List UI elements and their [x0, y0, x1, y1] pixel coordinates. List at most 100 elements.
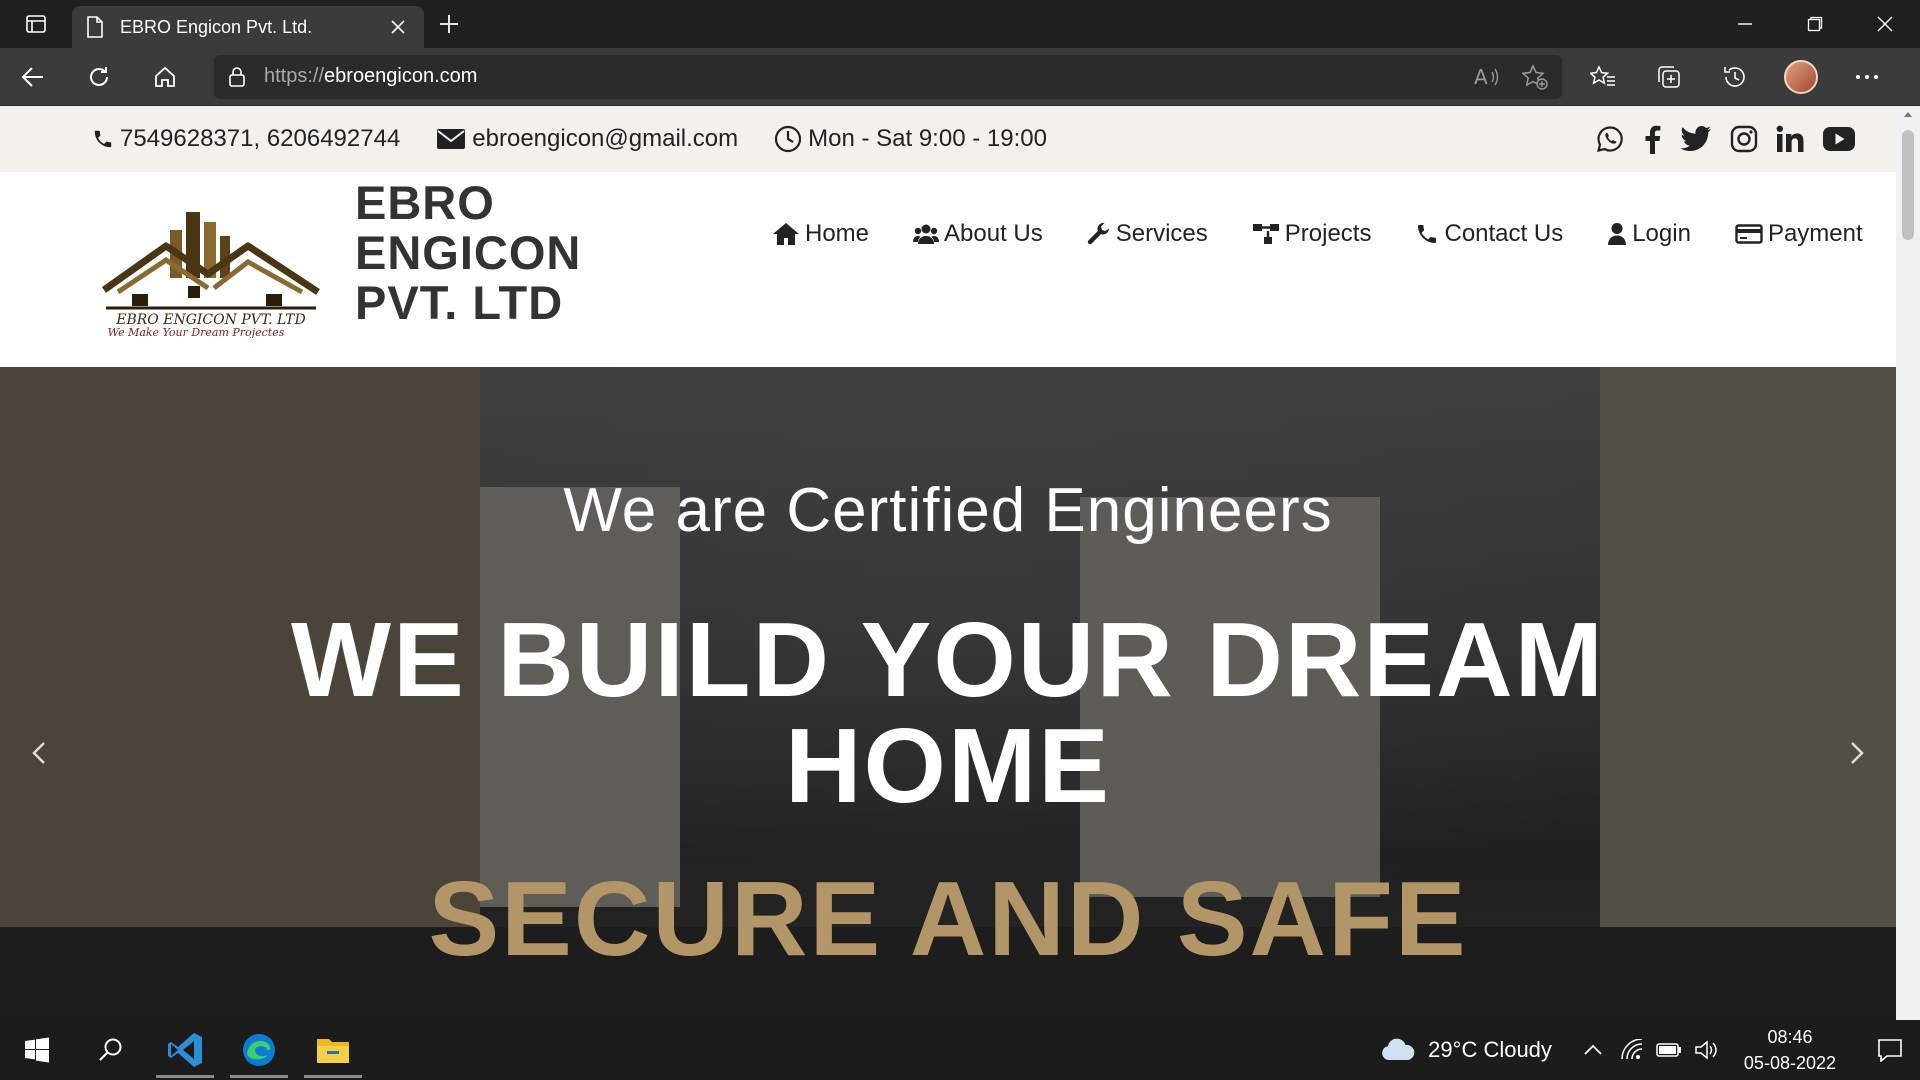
company-logo[interactable]: EBRO ENGICON PVT. LTD We Make Your Dream…	[96, 202, 326, 338]
nav-home[interactable]: Home	[772, 220, 869, 248]
nav-payment[interactable]: Payment	[1735, 220, 1863, 248]
youtube-icon[interactable]	[1822, 126, 1856, 152]
minimize-button[interactable]	[1710, 0, 1780, 48]
taskbar-vscode[interactable]	[148, 1020, 222, 1080]
address-bar[interactable]: https://ebroengicon.com A	[214, 54, 1562, 99]
page-icon	[86, 16, 104, 38]
brand-line: PVT. LTD	[355, 276, 564, 329]
settings-menu-button[interactable]	[1834, 48, 1900, 106]
carousel-next-button[interactable]	[1842, 723, 1872, 783]
phone-info[interactable]: 7549628371, 6206492744	[92, 125, 400, 153]
reload-button[interactable]	[66, 48, 132, 106]
brand-line: EBRO	[355, 176, 495, 229]
start-button[interactable]	[0, 1020, 74, 1080]
house-logo-icon: EBRO ENGICON PVT. LTD We Make Your Dream…	[101, 212, 320, 338]
home-icon	[773, 223, 799, 245]
vscode-icon	[168, 1033, 202, 1067]
hours-info: Mon - Sat 9:00 - 19:00	[774, 125, 1047, 153]
home-icon	[155, 66, 175, 87]
email-info[interactable]: ebroengicon@gmail.com	[436, 125, 738, 153]
card-icon	[1735, 224, 1763, 244]
browser-tab-strip: EBRO Engicon Pvt. Ltd.	[0, 0, 1920, 48]
scrollbar-thumb[interactable]	[1902, 130, 1914, 240]
nav-about-us[interactable]: About Us	[913, 220, 1043, 248]
chevron-up-icon[interactable]	[1582, 1040, 1604, 1060]
minimize-icon	[1738, 23, 1752, 25]
phone-icon	[1418, 225, 1437, 243]
twitter-icon[interactable]	[1680, 125, 1712, 153]
close-window-button[interactable]	[1850, 0, 1920, 48]
brand-name[interactable]: EBRO ENGICON PVT. LTD	[355, 178, 581, 328]
back-button[interactable]	[0, 48, 66, 106]
main-nav: Home About Us Services Projects Contact …	[772, 220, 1863, 248]
nav-login[interactable]: Login	[1607, 220, 1691, 248]
nav-label: Services	[1115, 220, 1208, 247]
facebook-icon[interactable]	[1642, 124, 1662, 154]
history-icon	[1724, 66, 1745, 87]
favorites-icon	[1590, 64, 1615, 86]
add-favorite-icon[interactable]	[1522, 63, 1548, 90]
windows-logo-icon	[25, 1037, 49, 1063]
nav-label: Projects	[1284, 220, 1372, 247]
nav-label: Home	[805, 220, 870, 247]
browser-tab[interactable]: EBRO Engicon Pvt. Ltd.	[72, 6, 424, 48]
back-arrow-icon	[21, 66, 43, 87]
phone-numbers: 7549628371, 6206492744	[120, 125, 401, 152]
tab-title: EBRO Engicon Pvt. Ltd.	[120, 16, 313, 37]
nav-label: Contact Us	[1444, 220, 1564, 247]
restore-icon	[1807, 16, 1823, 32]
taskbar-edge[interactable]	[222, 1020, 296, 1080]
business-hours: Mon - Sat 9:00 - 19:00	[808, 125, 1047, 152]
weather-widget[interactable]: 29°C Cloudy	[1380, 1037, 1552, 1063]
folder-icon	[317, 1039, 349, 1063]
search-button[interactable]	[74, 1020, 148, 1080]
plus-icon	[440, 15, 458, 33]
taskbar-file-explorer[interactable]	[296, 1020, 370, 1080]
cloud-icon	[1382, 1038, 1415, 1060]
linkedin-icon[interactable]	[1776, 125, 1804, 153]
url-text[interactable]: https://ebroengicon.com	[264, 65, 1474, 88]
profile-button[interactable]	[1768, 48, 1834, 106]
avatar	[1784, 59, 1818, 94]
hero-title-line: HOME	[785, 707, 1111, 825]
taskbar-clock[interactable]: 08:46 05-08-2022	[1744, 1024, 1836, 1076]
home-button[interactable]	[132, 48, 198, 106]
restore-button[interactable]	[1780, 0, 1850, 48]
favorites-button[interactable]	[1570, 48, 1636, 106]
new-tab-button[interactable]	[424, 0, 474, 48]
chevron-right-icon	[1851, 742, 1864, 764]
clock-date: 05-08-2022	[1743, 1053, 1836, 1073]
instagram-icon[interactable]	[1730, 125, 1758, 153]
nav-services[interactable]: Services	[1087, 220, 1208, 248]
lock-icon[interactable]	[228, 66, 246, 88]
tab-actions-button[interactable]	[0, 0, 72, 48]
nav-contact-us[interactable]: Contact Us	[1415, 220, 1563, 248]
hero-title-line: WE BUILD YOUR DREAM	[291, 601, 1605, 719]
system-tray: 29°C Cloudy 08:46 05-08-2022	[1380, 1020, 1920, 1080]
whatsapp-icon[interactable]	[1596, 125, 1624, 153]
scroll-up-icon[interactable]	[1896, 106, 1920, 122]
svg-text:A: A	[1474, 66, 1488, 88]
close-icon	[1877, 16, 1893, 32]
carousel-prev-button[interactable]	[24, 723, 54, 783]
volume-icon[interactable]	[1694, 1039, 1720, 1061]
url-protocol: https://	[264, 65, 325, 87]
phone-icon	[94, 130, 112, 148]
wifi-icon[interactable]	[1620, 1039, 1644, 1061]
wrench-icon	[1087, 222, 1109, 245]
page-scrollbar[interactable]	[1896, 106, 1920, 1020]
nav-projects[interactable]: Projects	[1252, 220, 1372, 248]
hero-carousel: We are Certified Engineers WE BUILD YOUR…	[0, 367, 1896, 1020]
collections-button[interactable]	[1636, 48, 1702, 106]
window-controls	[1710, 0, 1920, 48]
tab-actions-icon	[26, 15, 46, 33]
read-aloud-icon[interactable]: A	[1474, 66, 1500, 88]
notifications-button[interactable]	[1860, 1020, 1920, 1080]
history-button[interactable]	[1702, 48, 1768, 106]
tab-close-button[interactable]	[386, 15, 410, 39]
logo-tagline: We Make Your Dream Projectes	[108, 326, 285, 338]
url-host: ebroengicon.com	[324, 65, 478, 87]
battery-icon[interactable]	[1656, 1041, 1682, 1059]
contact-info-bar: 7549628371, 6206492744 ebroengicon@gmail…	[0, 106, 1896, 172]
collections-icon	[1658, 65, 1680, 88]
